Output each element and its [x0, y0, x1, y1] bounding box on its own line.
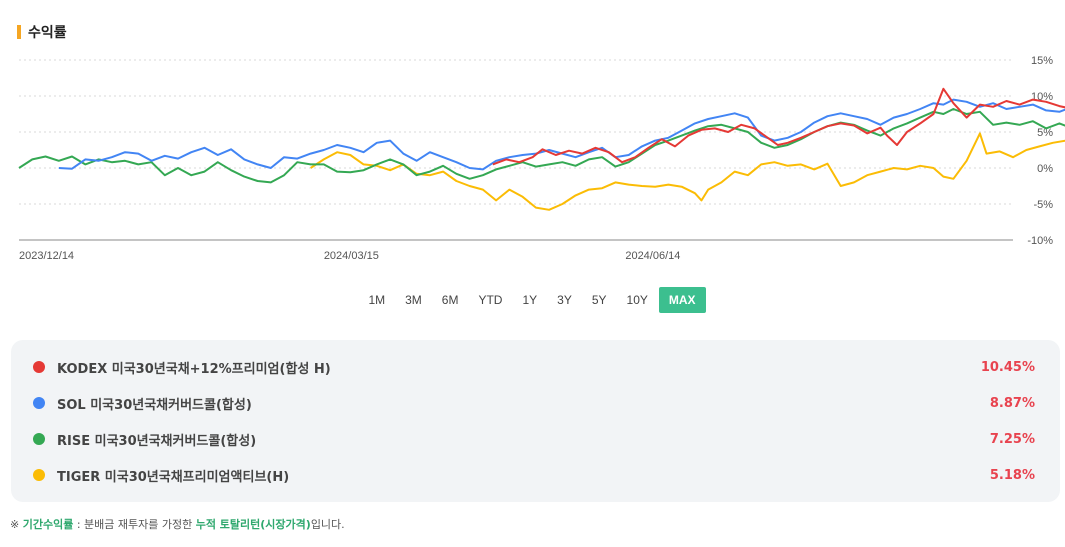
series-line-1 [58, 98, 1065, 171]
period-selector: 1M 3M 6M YTD 1Y 3Y 5Y 10Y MAX [0, 287, 1065, 313]
legend-return-value: 7.25% [989, 431, 1035, 447]
footnote-prefix: ※ [10, 518, 23, 531]
period-button-3m[interactable]: 3M [396, 287, 431, 313]
legend-color-dot [33, 469, 45, 481]
y-tick-label: -5% [1033, 199, 1053, 211]
legend-item[interactable]: SOL 미국30년국채커버드콜(합성) 8.87% [33, 393, 1035, 413]
return-line-chart: 15%10%5%0%-5%-10%2023/12/14 2024/03/15 202… [18, 55, 1065, 262]
legend-return-value: 10.45% [980, 359, 1035, 375]
legend-item[interactable]: RISE 미국30년국채커버드콜(합성) 7.25% [33, 429, 1035, 449]
legend-fund-name: TIGER 미국30년국채프리미엄액티브(H) [57, 469, 290, 485]
period-button-6m[interactable]: 6M [433, 287, 468, 313]
legend-color-dot [33, 361, 45, 373]
footnote: ※ 기간수익률 : 분배금 재투자를 가정한 누적 토탈리턴(시장가격)입니다. [10, 516, 345, 532]
legend-fund-name: RISE 미국30년국채커버드콜(합성) [57, 433, 257, 449]
x-tick-label: 2024/06/14 [625, 250, 680, 262]
period-button-1y[interactable]: 1Y [513, 287, 546, 313]
y-tick-label: 15% [1031, 55, 1053, 67]
period-button-3y[interactable]: 3Y [548, 287, 581, 313]
footnote-suffix: 입니다. [310, 518, 345, 531]
x-tick-label: 2023/12/14 [19, 250, 74, 262]
period-button-max[interactable]: MAX [658, 287, 706, 313]
series-line-3 [310, 132, 1065, 211]
y-tick-label: 0% [1037, 163, 1053, 175]
footnote-term2: 누적 토탈리턴(시장가격) [195, 518, 311, 531]
period-button-10y[interactable]: 10Y [618, 287, 657, 313]
footnote-middle: : 분배금 재투자를 가정한 [73, 518, 196, 531]
legend-item[interactable]: TIGER 미국30년국채프리미엄액티브(H) 5.18% [33, 465, 1035, 485]
legend-color-dot [33, 397, 45, 409]
legend-fund-name: KODEX 미국30년국채+12%프리미엄(합성 H) [57, 361, 331, 377]
y-tick-label: -10% [1027, 235, 1053, 247]
section-title-text: 수익률 [28, 25, 67, 41]
series-line-0 [492, 87, 1065, 166]
legend-item[interactable]: KODEX 미국30년국채+12%프리미엄(합성 H) 10.45% [33, 357, 1035, 377]
title-accent-bar [17, 25, 21, 39]
period-button-1m[interactable]: 1M [359, 287, 394, 313]
section-title: 수익률 [17, 22, 67, 42]
footnote-term: 기간수익률 [22, 518, 74, 531]
period-button-ytd[interactable]: YTD [469, 287, 511, 313]
legend-fund-name: SOL 미국30년국채커버드콜(합성) [57, 397, 252, 413]
x-tick-label: 2024/03/15 [324, 250, 379, 262]
legend-return-value: 5.18% [989, 467, 1035, 483]
legend-panel: KODEX 미국30년국채+12%프리미엄(합성 H) 10.45% SOL 미국3… [11, 340, 1060, 502]
period-button-5y[interactable]: 5Y [583, 287, 616, 313]
legend-color-dot [33, 433, 45, 445]
legend-return-value: 8.87% [989, 395, 1035, 411]
series-line-2 [18, 108, 1065, 184]
